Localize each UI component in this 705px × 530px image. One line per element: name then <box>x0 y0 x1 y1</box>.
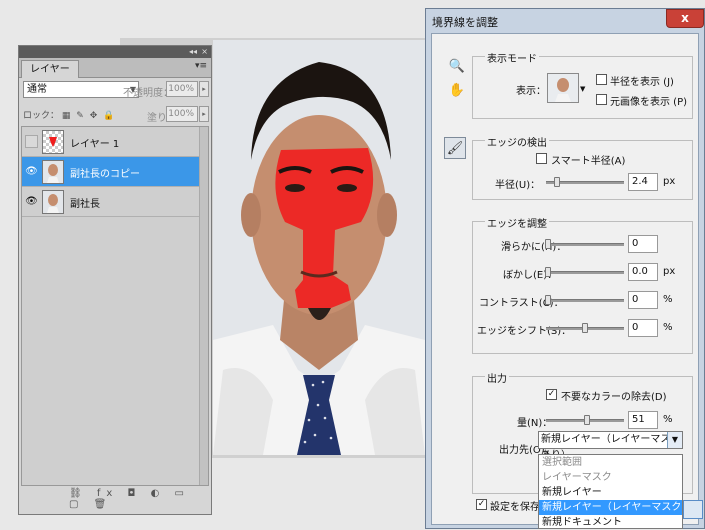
visibility-toggle[interactable] <box>25 135 38 148</box>
edge-detection-group: エッジの検出 スマート半径(A) 半径(U)： 2.4 px <box>472 134 693 200</box>
group-title: 出力 <box>485 370 509 385</box>
chevron-down-icon[interactable]: ▼ <box>580 85 585 93</box>
fill-input[interactable]: 100% <box>166 106 198 122</box>
panel-titlebar[interactable]: ◂◂ × <box>19 46 211 58</box>
layer-list: レイヤー 1 👁 副社長のコピー 👁 副社長 <box>21 126 209 486</box>
chevron-down-icon[interactable]: ▼ <box>667 432 682 448</box>
feather-unit: px <box>663 266 676 277</box>
contrast-unit: % <box>663 294 673 305</box>
output-to-select[interactable]: 新規レイヤー（レイヤーマスクあり） ▼ <box>538 431 683 461</box>
view-label: 表示： <box>516 86 546 97</box>
dropdown-option[interactable]: 新規レイヤー <box>539 485 682 500</box>
close-icon[interactable]: × <box>201 46 208 58</box>
layer-name: レイヤー 1 <box>70 139 120 150</box>
hand-tool-icon[interactable]: ✋ <box>446 80 468 102</box>
opacity-input[interactable]: 100% <box>166 81 198 97</box>
lock-transparent-icon[interactable]: ▦ <box>62 111 71 121</box>
dropdown-option[interactable]: 新規ドキュメント <box>539 515 682 530</box>
collapse-icon[interactable]: ◂◂ <box>189 46 197 58</box>
lock-all-icon[interactable]: 🔒 <box>103 111 114 121</box>
lock-move-icon[interactable]: ✥ <box>90 111 98 121</box>
layer-thumbnail <box>42 130 64 154</box>
group-title: エッジを調整 <box>485 215 549 230</box>
smart-radius-checkbox[interactable] <box>536 153 547 164</box>
lock-label: ロック： <box>23 111 60 121</box>
layer-name: 副社長 <box>70 199 100 210</box>
contrast-input[interactable]: 0 <box>628 291 658 309</box>
panel-menu-icon[interactable]: ▾≡ <box>195 61 207 71</box>
amount-unit: % <box>663 414 673 425</box>
refine-brush-icon[interactable]: 🖌 <box>444 137 466 159</box>
feather-input[interactable]: 0.0 <box>628 263 658 281</box>
opacity-arrow-icon[interactable]: ▸ <box>199 81 209 97</box>
group-title: エッジの検出 <box>485 134 549 149</box>
lock-brush-icon[interactable]: ✎ <box>76 111 84 121</box>
amount-input[interactable]: 51 <box>628 411 658 429</box>
remember-settings-checkbox[interactable]: ✓ <box>476 499 487 510</box>
layer-row-layer1[interactable]: レイヤー 1 <box>22 127 202 157</box>
slider-knob[interactable] <box>545 295 551 305</box>
smart-radius-label: スマート半径(A) <box>551 156 626 167</box>
shift-edge-slider[interactable] <box>546 323 624 333</box>
dropdown-option-highlighted[interactable]: 新規レイヤー（レイヤーマスクあり） <box>539 500 682 528</box>
show-original-label: 元画像を表示 (P) <box>610 97 688 108</box>
layer-thumbnail <box>42 160 64 184</box>
dropdown-option[interactable]: レイヤーマスク <box>539 470 682 485</box>
radius-unit: px <box>663 176 676 187</box>
adjust-edge-group: エッジを調整 滑らかに(H)： 0 ぼかし(E)： 0.0 px コントラスト(… <box>472 215 693 354</box>
blend-mode-select[interactable]: 通常 ▼ <box>23 81 139 98</box>
radius-input[interactable]: 2.4 <box>628 173 658 191</box>
view-thumbnail-art <box>548 74 578 102</box>
ok-button[interactable] <box>683 500 703 519</box>
radius-slider[interactable] <box>546 177 624 187</box>
layer-thumbnail-art <box>43 191 63 213</box>
smooth-input[interactable]: 0 <box>628 235 658 253</box>
panel-tab-row: レイヤー ▾≡ <box>19 58 211 78</box>
view-mode-group: 表示モード 表示： ▼ 半径を表示 (J) 元画像を表示 (P) <box>472 50 693 119</box>
contrast-slider[interactable] <box>545 295 624 305</box>
show-radius-label: 半径を表示 (J) <box>610 77 674 88</box>
dropdown-option[interactable]: 選択範囲 <box>539 455 682 470</box>
lock-row: ロック： ▦ ✎ ✥ 🔒 <box>23 108 117 121</box>
layer-thumbnail-art <box>49 137 57 147</box>
slider-knob[interactable] <box>545 267 551 277</box>
show-radius-checkbox[interactable] <box>596 74 607 85</box>
layer-actions-bar[interactable]: ⛓ fx ◘ ◐ ▭ ▢ 🗑 <box>69 488 211 510</box>
zoom-tool-icon[interactable]: 🔍 <box>446 56 468 78</box>
group-title: 表示モード <box>485 50 539 65</box>
feather-slider[interactable] <box>545 267 624 277</box>
eye-icon[interactable]: 👁 <box>25 165 38 178</box>
decontaminate-label: 不要なカラーの除去(D) <box>561 392 667 403</box>
decontaminate-checkbox[interactable]: ✓ <box>546 389 557 400</box>
amount-slider[interactable] <box>546 415 624 425</box>
layer-thumbnail-art <box>43 161 63 183</box>
layer-list-scrollbar[interactable] <box>199 127 208 485</box>
tab-layers[interactable]: レイヤー <box>21 60 79 78</box>
layer-row-copy[interactable]: 👁 副社長のコピー <box>22 157 202 187</box>
show-original-checkbox[interactable] <box>596 94 607 105</box>
output-to-dropdown: 選択範囲 レイヤーマスク 新規レイヤー 新規レイヤー（レイヤーマスクあり） 新規… <box>538 454 683 529</box>
blend-mode-value: 通常 <box>27 84 47 95</box>
shift-edge-input[interactable]: 0 <box>628 319 658 337</box>
shift-edge-unit: % <box>663 322 673 333</box>
eye-icon[interactable]: 👁 <box>25 195 38 208</box>
document-photo[interactable] <box>213 40 425 455</box>
layers-panel: ◂◂ × レイヤー ▾≡ 通常 ▼ 不透明度： 100% ▸ ロック： ▦ ✎ … <box>18 45 212 515</box>
close-icon[interactable]: x <box>666 9 704 28</box>
dialog-title: 境界線を調整 <box>432 16 498 29</box>
layer-thumbnail <box>42 190 64 214</box>
slider-knob[interactable] <box>584 415 590 425</box>
smooth-slider[interactable] <box>545 239 624 249</box>
view-mode-thumbnail[interactable] <box>547 73 579 103</box>
fill-arrow-icon[interactable]: ▸ <box>199 106 209 122</box>
layer-name: 副社長のコピー <box>70 169 140 180</box>
slider-knob[interactable] <box>582 323 588 333</box>
slider-knob[interactable] <box>545 239 551 249</box>
portrait-illustration <box>213 40 425 455</box>
layer-row-original[interactable]: 👁 副社長 <box>22 187 202 217</box>
radius-label: 半径(U)： <box>495 180 541 191</box>
slider-knob[interactable] <box>554 177 560 187</box>
